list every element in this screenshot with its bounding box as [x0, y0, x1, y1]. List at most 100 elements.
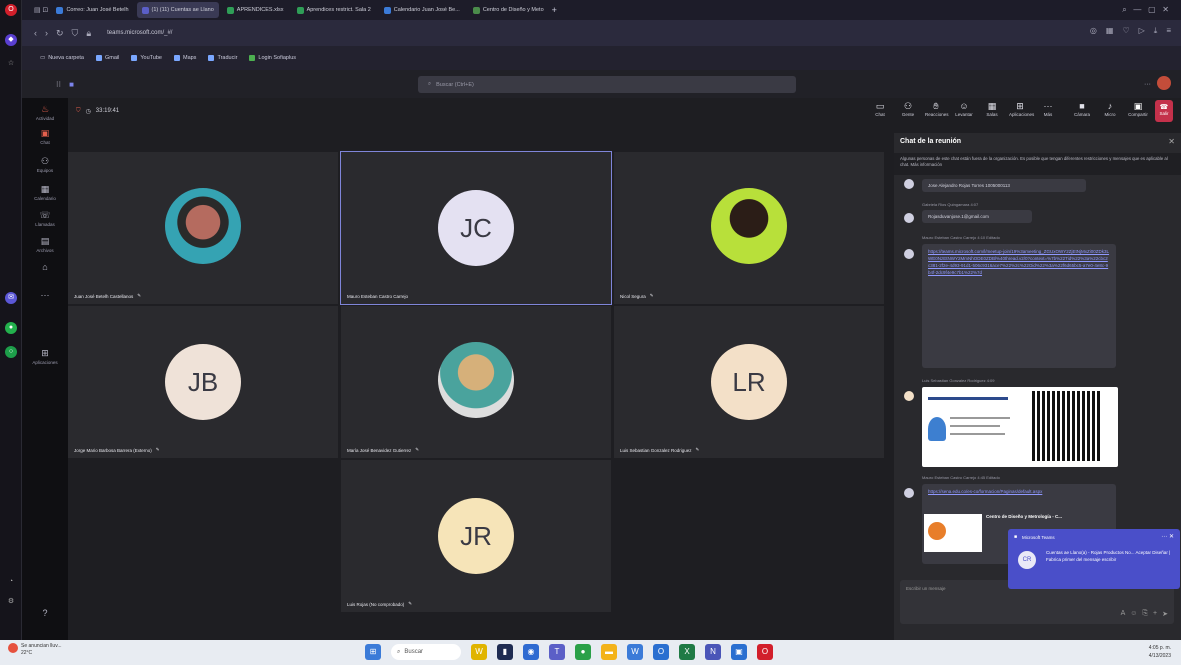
apps-icon: ⊞ [1016, 101, 1024, 111]
edge-icon[interactable]: ◉ [523, 644, 539, 660]
bookmark-3[interactable]: Maps [173, 55, 196, 61]
qr-image-attachment[interactable] [922, 387, 1118, 467]
bookmark-4[interactable]: Traducir [208, 55, 237, 61]
chat-icon[interactable]: ○ [5, 346, 17, 358]
chat-link[interactable]: https://teams.microsoft.com/l/meetup-joi… [928, 249, 1109, 275]
control-label: Aplicaciones [1009, 112, 1035, 117]
participant-tile[interactable]: JC Mauro Esteban Castro Carrejo [340, 151, 612, 305]
bookmark-2[interactable]: YouTube [131, 55, 162, 61]
reload-icon[interactable]: ↻ [56, 28, 64, 39]
taskbar-search[interactable]: ⌕ Buscar [391, 644, 461, 660]
start-icon[interactable]: ⊞ [365, 644, 381, 660]
bookmark-5[interactable]: Login Sofiaplus [249, 55, 296, 61]
grid-ext-icon[interactable]: ▦ [1106, 26, 1114, 36]
close-icon[interactable]: ✕ [1168, 137, 1175, 146]
toast-close-icon[interactable]: ··· ✕ [1161, 533, 1174, 540]
outlook-icon[interactable]: O [653, 644, 669, 660]
tab-4[interactable]: Calendario Juan José Be... [379, 2, 465, 18]
people-button[interactable]: ⚇ Gente [897, 100, 919, 117]
avatar[interactable] [1157, 76, 1171, 90]
participant-tile[interactable]: María José Benavidez Gutierrez ✎ [341, 306, 611, 458]
participant-tile[interactable]: Juan José Betelh Castellanos ✎ [68, 152, 338, 304]
workspace-icon[interactable]: ◆ [5, 34, 17, 46]
tab-3[interactable]: Aprendices restrict. Sala 2 [292, 2, 376, 18]
tab-overview-icon[interactable]: ▤ ⊡ [34, 6, 48, 14]
rail-item-files[interactable]: ▤ Archivos [30, 236, 60, 253]
history-icon[interactable]: ◔ [5, 576, 17, 588]
settings-icon[interactable]: ⚙ [5, 596, 17, 608]
raise-button[interactable]: ☺ Levantar [953, 100, 975, 117]
teams-notification-toast[interactable]: ■ Microsoft Teams ··· ✕ CR Cuentas ae Ll… [1008, 529, 1180, 589]
excel-icon[interactable]: X [679, 644, 695, 660]
menu-icon[interactable]: ≡ [1166, 26, 1171, 36]
whatsapp-icon[interactable]: ● [5, 322, 17, 334]
participant-tile[interactable]: JR Luis Rojas (No comprobado) ✎ [341, 460, 611, 612]
tab-0[interactable]: Correo: Juan José Betelh [51, 2, 133, 18]
app-grid-icon[interactable]: ⁝⁝ [56, 80, 61, 89]
rail-item-help[interactable]: ? [30, 608, 60, 619]
send-icon[interactable]: ➤ [1162, 610, 1168, 618]
shield-icon[interactable]: ⛉ [72, 28, 79, 39]
participant-tile[interactable]: Nicol Segura ✎ [614, 152, 884, 304]
tab-2[interactable]: APRENDICES.xlsx [222, 2, 289, 18]
app-icon[interactable]: ▣ [731, 644, 747, 660]
window-controls[interactable]: ⌕ — ▢ ✕ [1122, 5, 1169, 15]
tab-5[interactable]: Centro de Diseño y Meto [468, 2, 549, 18]
chat-link[interactable]: https://sena.edu.co/es-co/formacion/Pagi… [928, 488, 1108, 495]
search-input[interactable]: ⌕ Buscar (Ctrl+E) [418, 76, 796, 93]
word-icon[interactable]: W [627, 644, 643, 660]
rail-item-more[interactable]: ⌂ [30, 262, 60, 273]
bookmark-1[interactable]: Gmail [95, 55, 119, 61]
camera-button[interactable]: ■ Cámara [1071, 100, 1093, 117]
weather-widget[interactable]: Se anuncian lluv... 22°C [8, 643, 62, 657]
rail-item-activity[interactable]: ♨ Actividad [30, 104, 60, 121]
chat-button[interactable]: ▭ Chat [869, 100, 891, 117]
more-icon[interactable]: ··· [1144, 81, 1151, 88]
rail-item-chat[interactable]: ▣ Chat [30, 128, 60, 145]
timer-icon: ◷ [85, 109, 91, 115]
tab-1[interactable]: (1) (11) Cuentas ae Llano [136, 2, 219, 18]
teams-icon[interactable]: T [549, 644, 565, 660]
external-banner: Algunas personas de este chat están fuer… [894, 153, 1181, 175]
rooms-button[interactable]: ▦ Salas [981, 100, 1003, 117]
more-button[interactable]: ··· Más [1037, 100, 1059, 117]
rail-item-calendar[interactable]: ▦ Calendario [30, 184, 60, 201]
heart-icon[interactable]: ♡ [1122, 26, 1129, 36]
rail-item-dots[interactable]: ··· [30, 290, 60, 301]
rail-item-apps[interactable]: ⊞ Aplicaciones [30, 348, 60, 365]
forward-icon[interactable]: › [45, 28, 48, 39]
new-tab-icon[interactable]: + [552, 5, 557, 15]
rail-label: Actividad [35, 116, 55, 121]
more-icon: ··· [40, 290, 50, 300]
rail-item-calls[interactable]: ☏ Llamadas [30, 210, 60, 227]
leave-button[interactable]: ☎ Salir [1155, 100, 1173, 122]
onenote-icon[interactable]: N [705, 644, 721, 660]
rail-item-teams[interactable]: ⚇ Equipos [30, 156, 60, 173]
participant-tile[interactable]: LR Luis Sebastian Gonzalez Rodriguez ✎ [614, 306, 884, 458]
download-icon[interactable]: ⤓ [1154, 26, 1158, 36]
bookmark-0[interactable]: ▭ Nueva carpeta [40, 55, 84, 61]
back-icon[interactable]: ‹ [34, 28, 37, 39]
share-button[interactable]: ▣ Compartir [1127, 100, 1149, 117]
attach-icon[interactable]: ⎘ [1142, 610, 1148, 618]
play-icon[interactable]: ▷ [1139, 26, 1145, 36]
clock[interactable]: 4:05 p. m. 4/13/2023 [1149, 644, 1171, 660]
camera-ext-icon[interactable]: ◎ [1090, 26, 1097, 36]
emoji-icon[interactable]: ☺ [1130, 610, 1137, 618]
url-field[interactable]: teams.microsoft.com/_#/ [107, 30, 172, 36]
apps-button[interactable]: ⊞ Aplicaciones [1009, 100, 1035, 117]
messenger-icon[interactable]: ✉ [5, 292, 17, 304]
star-icon[interactable]: ☆ [5, 58, 17, 70]
format-icon[interactable]: A [1121, 610, 1126, 618]
taskview-icon[interactable]: ▮ [497, 644, 513, 660]
chrome-icon[interactable]: ● [575, 644, 591, 660]
explorer-icon[interactable]: ▬ [601, 644, 617, 660]
mic-button[interactable]: ♪ Micro [1099, 100, 1121, 117]
participant-tile[interactable]: JB Jorge Mario Barbosa Barrera (Externo)… [68, 306, 338, 458]
plus-icon[interactable]: + [1153, 610, 1157, 618]
reactions-button[interactable]: ✋︎ Reacciones [925, 100, 949, 117]
participant-name: Nicol Segura ✎ [620, 293, 654, 299]
opera-logo-icon[interactable]: O [5, 4, 17, 16]
widgets-icon[interactable]: W [471, 644, 487, 660]
opera-icon[interactable]: O [757, 644, 773, 660]
